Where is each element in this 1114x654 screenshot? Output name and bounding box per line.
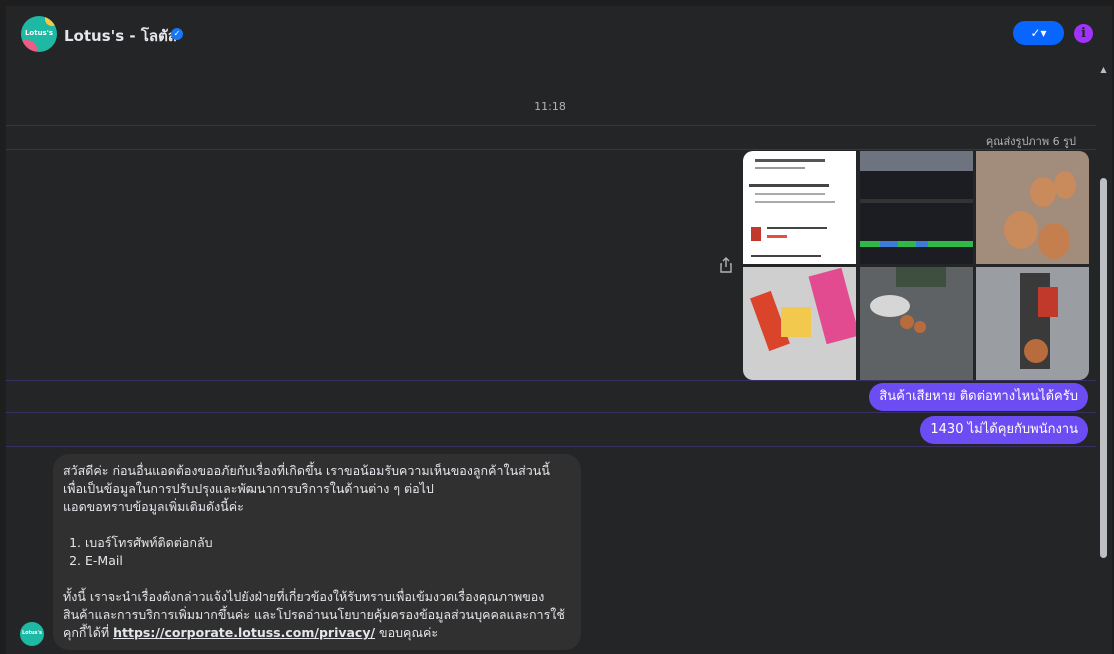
photo-thumbnail[interactable] [976, 267, 1089, 380]
photo-detail [880, 241, 898, 247]
photo-detail [755, 201, 835, 203]
photo-thumbnail[interactable] [860, 151, 973, 264]
message-text: ทั้งนี้ เราจะนำเรื่องดังกล่าวแจ้งไปยังฝ่… [63, 589, 545, 604]
photo-detail [860, 199, 973, 203]
sent-photos-note: คุณส่งรูปภาพ 6 รูป [985, 135, 1076, 148]
photo-detail [896, 267, 946, 287]
divider [6, 412, 1096, 413]
avatar-decoration [45, 16, 57, 26]
photo-detail [755, 159, 825, 162]
divider [6, 149, 1096, 150]
photo-detail [1024, 339, 1048, 363]
photo-detail [751, 255, 821, 257]
photo-detail [749, 184, 829, 187]
photo-detail [914, 321, 926, 333]
divider [6, 125, 1096, 126]
photo-detail [916, 241, 928, 247]
message-text: ขอบคุณค่ะ [375, 625, 439, 640]
photo-detail [755, 193, 825, 195]
photo-detail [1004, 211, 1038, 249]
divider [6, 380, 1096, 381]
list-item: เบอร์โทรศัพท์ติดต่อกลับ [85, 534, 571, 552]
avatar-logo-text: Lotus's [21, 630, 43, 636]
page-avatar-small[interactable]: Lotus's [20, 622, 44, 646]
share-icon-glyph [720, 257, 732, 273]
photo-detail [808, 267, 856, 345]
message-text: เพื่อเป็นข้อมูลในการปรับปรุงและพัฒนาการบ… [63, 481, 434, 496]
photo-thumbnail[interactable] [743, 267, 856, 380]
info-request-list: เบอร์โทรศัพท์ติดต่อกลับ E-Mail [63, 534, 571, 570]
scroll-up-icon[interactable]: ▲ [1099, 66, 1108, 74]
photo-detail [751, 227, 761, 241]
verified-badge-icon: ✓ [171, 28, 183, 40]
incoming-message[interactable]: สวัสดีค่ะ ก่อนอื่นแอดต้องขออภัยกับเรื่อง… [53, 454, 581, 650]
message-text: สวัสดีค่ะ ก่อนอื่นแอดต้องขออภัยกับเรื่อง… [63, 463, 550, 478]
chat-header: Lotus's Lotus's - โลตัส ✓ ✓▾ i [6, 6, 1112, 64]
divider [6, 446, 1096, 447]
scrollbar-thumb[interactable] [1100, 178, 1107, 558]
photo-detail [976, 151, 1089, 264]
photo-detail [755, 167, 805, 169]
outgoing-message[interactable]: 1430 ไม่ได้คุยกับพนักงาน [920, 416, 1088, 444]
photo-detail [767, 235, 787, 238]
photo-detail [1038, 223, 1070, 259]
info-icon[interactable]: i [1074, 24, 1093, 43]
message-text: สินค้าและการบริการเพิ่มมากขึ้นค่ะ และโปร… [63, 607, 565, 622]
photo-thumbnail[interactable] [860, 267, 973, 380]
message-text: คุกกี้ได้ที่ https://corporate.lotuss.co… [63, 624, 571, 642]
page-avatar[interactable]: Lotus's [21, 16, 57, 52]
list-item: E-Mail [85, 552, 571, 570]
photo-detail [900, 315, 914, 329]
photo-thumbnail[interactable] [976, 151, 1089, 264]
status-dropdown-button[interactable]: ✓▾ [1013, 21, 1064, 45]
message-text: แอดขอทราบข้อมูลเพิ่มเติมดังนี้ค่ะ [63, 499, 244, 514]
photo-detail [767, 227, 827, 229]
message-timestamp: 11:18 [534, 100, 566, 113]
photo-detail [1038, 287, 1058, 317]
photo-detail [860, 151, 973, 171]
outgoing-message[interactable]: สินค้าเสียหาย ติดต่อทางไหนได้ครับ [869, 383, 1088, 411]
chat-title[interactable]: Lotus's - โลตัส [64, 24, 177, 48]
photo-detail [781, 307, 811, 337]
share-icon[interactable] [718, 257, 734, 273]
photo-detail [1030, 177, 1056, 207]
photo-detail [1054, 171, 1076, 199]
privacy-policy-link[interactable]: https://corporate.lotuss.com/privacy/ [113, 625, 375, 640]
message-text: คุกกี้ได้ที่ [63, 625, 114, 640]
photo-detail [870, 295, 910, 317]
avatar-decoration [21, 40, 37, 52]
avatar-logo-text: Lotus's [24, 29, 54, 37]
photo-thumbnail[interactable] [743, 151, 856, 264]
